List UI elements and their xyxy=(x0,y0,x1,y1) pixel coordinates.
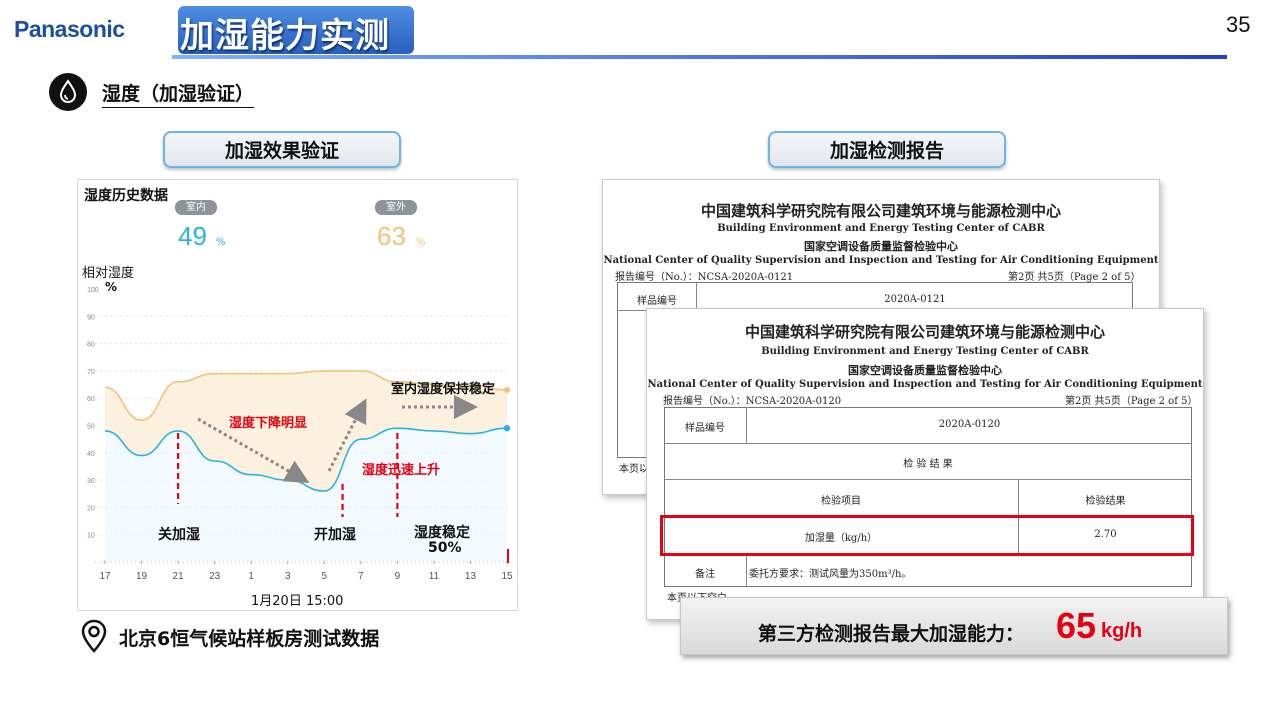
doc-front-col-result: 检验结果 xyxy=(1085,496,1126,507)
x-tick-label: 13 xyxy=(465,571,477,582)
map-pin-icon xyxy=(79,618,109,658)
x-tick-label: 7 xyxy=(358,571,364,582)
x-tick-label: 21 xyxy=(173,571,185,582)
y-tick-label: 100 xyxy=(87,287,99,294)
doc-back-footer: 本页以 xyxy=(619,464,649,475)
note-humidity-drop: 湿度下降明显 xyxy=(229,416,308,431)
doc-front-sample-label: 样品编号 xyxy=(685,423,725,434)
x-tick-label: 1 xyxy=(248,571,254,582)
note-indoor-stable: 室内湿度保持稳定 xyxy=(391,382,496,397)
note-humidity-rise: 湿度迅速上升 xyxy=(362,463,441,478)
doc-front-remark: 委托方要求：测试风量为350m³/h。 xyxy=(749,569,912,580)
y-tick-label: 30 xyxy=(87,478,95,485)
report-document-front: 中国建筑科学研究院有限公司建筑环境与能源检测中心 Building Enviro… xyxy=(646,308,1204,620)
doc-back-center-cn: 国家空调设备质量监督检验中心 xyxy=(804,240,958,253)
x-tick-label: 3 xyxy=(285,571,291,582)
effect-verification-pill: 加湿效果验证 xyxy=(163,131,401,168)
page-number: 35 xyxy=(1226,12,1251,37)
x-tick-label: 15 xyxy=(501,571,513,582)
doc-front-results-header: 检 验 结 果 xyxy=(903,459,953,470)
doc-front-center-en: National Center of Quality Supervision a… xyxy=(647,379,1203,390)
y-tick-label: 20 xyxy=(87,505,95,512)
doc-front-row-2 xyxy=(664,479,1192,480)
doc-front-org-cn: 中国建筑科学研究院有限公司建筑环境与能源检测中心 xyxy=(744,323,1105,341)
y-tick-label: 50 xyxy=(87,424,95,431)
doc-front-center-cn: 国家空调设备质量监督检验中心 xyxy=(848,364,1002,377)
page-title: 加湿能力实测 xyxy=(180,16,390,56)
x-tick-label: 11 xyxy=(429,571,440,582)
x-tick-label: 17 xyxy=(99,571,111,582)
doc-front-row-1 xyxy=(664,443,1192,444)
doc-front-remark-label: 备注 xyxy=(695,569,715,580)
y-tick-label: 70 xyxy=(87,369,95,376)
summary-label: 第三方检测报告最大加湿能力： xyxy=(758,623,1025,645)
doc-back-sample-label: 样品编号 xyxy=(637,296,677,307)
note-humidifier-on: 开加湿 xyxy=(314,527,356,543)
doc-front-col-3 xyxy=(746,554,747,587)
note-stable-value: 50% xyxy=(428,540,462,556)
doc-back-org-en: Building Environment and Energy Testing … xyxy=(717,223,1045,234)
doc-front-col-item: 检验项目 xyxy=(821,496,861,507)
water-drop-icon xyxy=(49,73,87,111)
chart-datetime: 1月20日 15:00 xyxy=(251,594,344,609)
y-tick-label: 90 xyxy=(87,314,95,321)
x-tick-label: 19 xyxy=(136,571,148,582)
doc-front-sample-value: 2020A-0120 xyxy=(938,419,1001,430)
y-tick-label: 40 xyxy=(87,451,95,458)
doc-back-org-cn: 中国建筑科学研究院有限公司建筑环境与能源检测中心 xyxy=(700,202,1061,220)
doc-front-org-en: Building Environment and Energy Testing … xyxy=(761,346,1089,357)
note-humidifier-off: 关加湿 xyxy=(158,527,200,543)
doc-back-page: 第2页 共5页（Page 2 of 5） xyxy=(1008,272,1141,283)
indoor-last-point xyxy=(503,425,511,432)
y-tick-label: 60 xyxy=(87,396,95,403)
doc-front-report-no: 报告编号（No.）：NCSA-2020A-0120 xyxy=(663,396,842,407)
summary-unit: kg/h xyxy=(1101,620,1143,642)
y-tick-label: 80 xyxy=(87,342,95,349)
x-tick-label: 5 xyxy=(321,571,327,582)
summary-value: 65 xyxy=(1056,605,1097,646)
doc-back-center-en: National Center of Quality Supervision a… xyxy=(603,255,1159,266)
report-pill: 加湿检测报告 xyxy=(768,131,1006,168)
doc-back-sample-value: 2020A-0121 xyxy=(884,294,946,305)
note-humidity-stable: 湿度稳定 xyxy=(414,525,470,541)
x-tick-label: 23 xyxy=(209,571,221,582)
result-highlight-box xyxy=(660,515,1194,556)
section-title: 湿度（加湿验证） xyxy=(102,79,255,108)
header-divider xyxy=(172,55,1227,59)
doc-front-page: 第2页 共5页（Page 2 of 5） xyxy=(1065,396,1198,407)
brand-logo: Panasonic xyxy=(14,16,125,42)
outdoor-last-point xyxy=(504,387,510,394)
location-caption: 北京6恒气候站样板房测试数据 xyxy=(119,628,380,650)
x-tick-label: 9 xyxy=(395,571,401,582)
y-tick-label: 10 xyxy=(87,533,95,540)
doc-back-report-no: 报告编号（No.）：NCSA-2020A-0121 xyxy=(615,272,794,283)
